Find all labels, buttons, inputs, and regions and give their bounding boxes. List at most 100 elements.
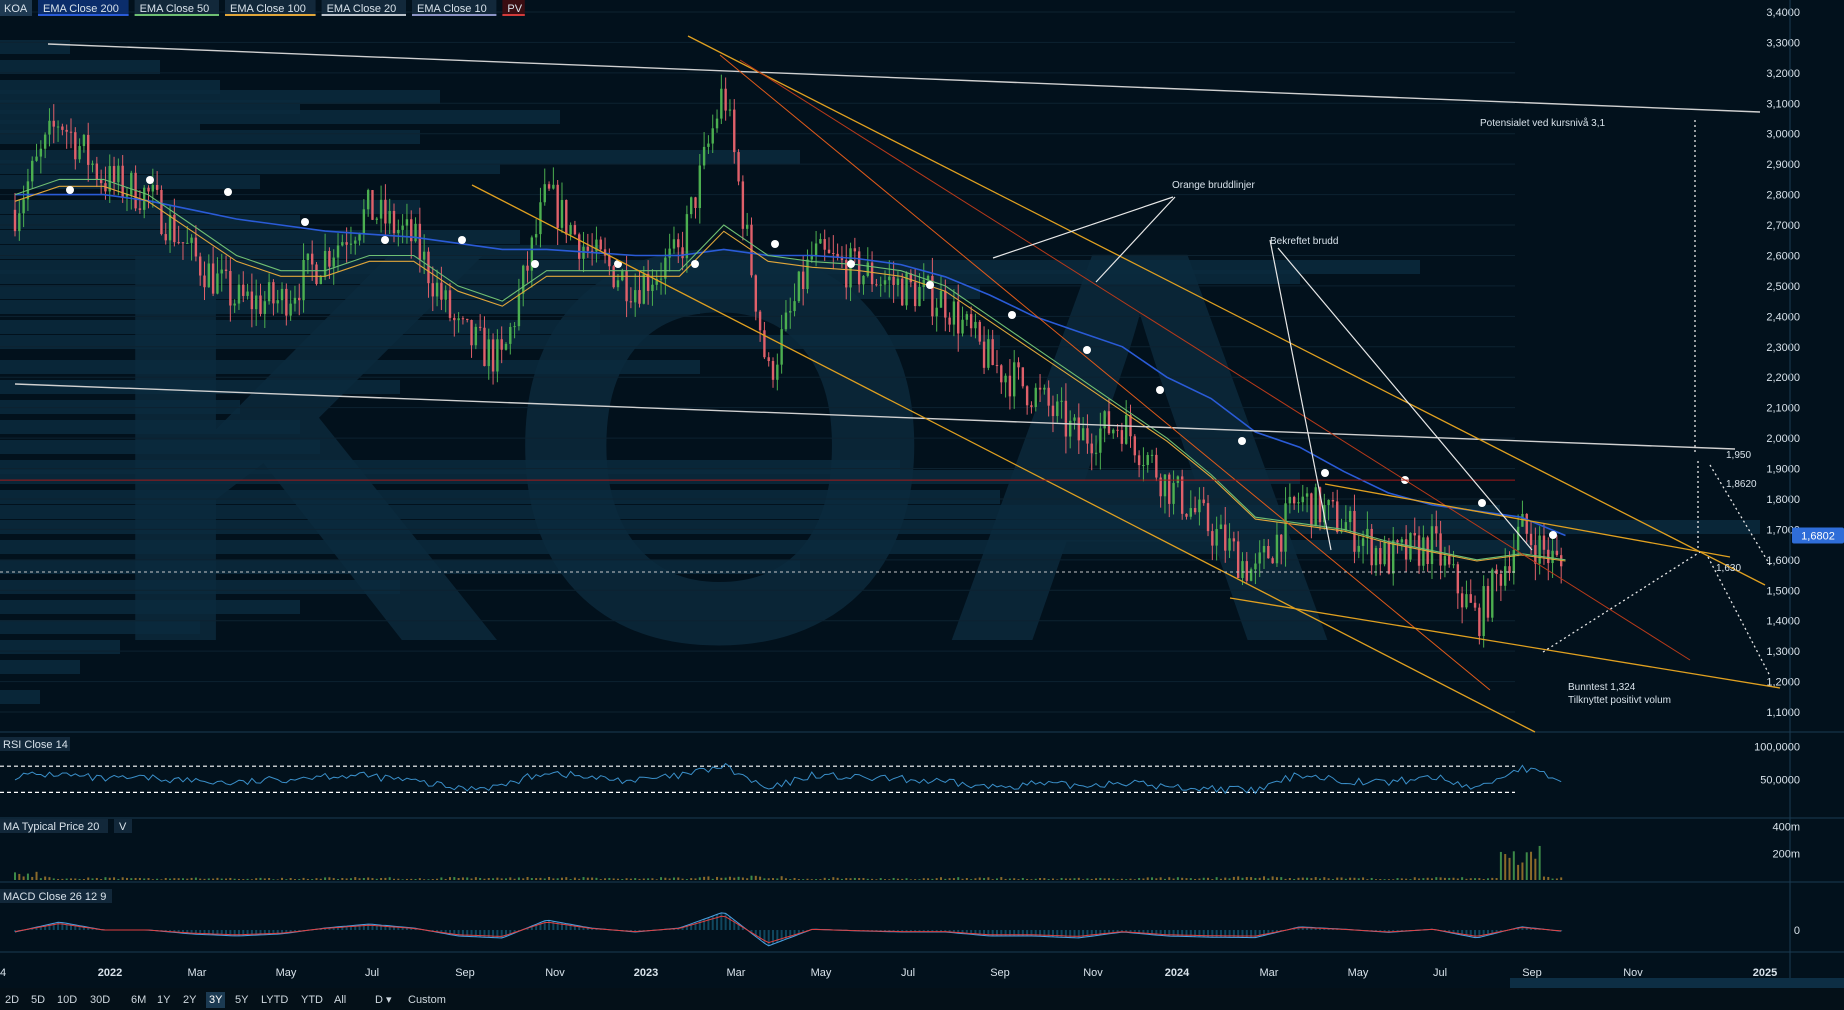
volume-bar bbox=[767, 878, 770, 880]
volume-bar bbox=[1284, 878, 1287, 880]
volume-bar bbox=[504, 878, 507, 880]
candle bbox=[1460, 593, 1464, 608]
volume-bar bbox=[922, 878, 925, 880]
candle bbox=[1473, 602, 1477, 608]
candle bbox=[599, 239, 602, 250]
indicator-label[interactable]: EMA Close 50 bbox=[140, 3, 210, 15]
candle bbox=[659, 278, 663, 280]
volume-bar bbox=[285, 879, 288, 880]
volume-bar bbox=[1530, 851, 1533, 880]
macd-histogram-bar bbox=[716, 914, 719, 930]
volume-extra-label[interactable]: V bbox=[119, 821, 127, 833]
volume-bar bbox=[1456, 878, 1459, 880]
volume-bar bbox=[1327, 878, 1330, 880]
volume-bar bbox=[931, 878, 934, 880]
volume-bar bbox=[35, 871, 38, 880]
timeframe-button-d[interactable]: D ▾ bbox=[372, 992, 395, 1008]
price-axis-label: 2,7000 bbox=[1766, 220, 1800, 232]
volume-bar bbox=[1560, 877, 1563, 880]
indicator-label[interactable]: EMA Close 200 bbox=[43, 3, 119, 15]
candle bbox=[698, 165, 702, 209]
timeframe-button-10d[interactable]: 10D bbox=[54, 992, 80, 1008]
candle bbox=[1404, 539, 1408, 560]
candle bbox=[1021, 367, 1025, 387]
indicator-label[interactable]: EMA Close 100 bbox=[230, 3, 306, 15]
candle bbox=[1142, 464, 1145, 466]
volume-bar bbox=[806, 878, 809, 880]
candle bbox=[1206, 503, 1210, 532]
price-chart[interactable]: KOA 3,4000 3,3000 3,2000 3,1000 3,0000 2,9000 2… bbox=[0, 0, 1844, 1010]
candle bbox=[1547, 549, 1550, 564]
candle bbox=[1224, 524, 1227, 551]
candle bbox=[806, 259, 809, 290]
timeframe-button-30d[interactable]: 30D bbox=[87, 992, 113, 1008]
timeframe-button-2d[interactable]: 2D bbox=[2, 992, 22, 1008]
volume-bar bbox=[1263, 876, 1266, 880]
timeframe-button-6m[interactable]: 6M bbox=[128, 992, 149, 1008]
candle bbox=[638, 290, 641, 304]
volume-bar bbox=[367, 877, 370, 880]
timeframe-button-5d[interactable]: 5D bbox=[28, 992, 48, 1008]
timeframe-button-2y[interactable]: 2Y bbox=[180, 992, 199, 1008]
volume-bar bbox=[1258, 877, 1261, 880]
volume-bar bbox=[1465, 878, 1468, 880]
timeframe-button-custom[interactable]: Custom bbox=[405, 992, 449, 1008]
timeframe-button-3y[interactable]: 3Y bbox=[206, 992, 226, 1008]
timeframe-button-lytd[interactable]: LYTD bbox=[258, 992, 291, 1008]
volume-bar bbox=[1443, 877, 1446, 880]
volume-bar bbox=[22, 876, 25, 880]
candle bbox=[582, 246, 585, 259]
volume-profile-bar bbox=[0, 440, 320, 454]
macd-title[interactable]: MACD Close 26 12 9 bbox=[3, 891, 106, 903]
indicator-label[interactable]: EMA Close 10 bbox=[417, 3, 487, 15]
ema-touch-dot bbox=[926, 281, 934, 289]
candle bbox=[474, 326, 478, 346]
candle bbox=[1400, 539, 1404, 543]
symbol-label[interactable]: KOA bbox=[4, 3, 28, 15]
candle bbox=[560, 199, 564, 228]
candle bbox=[1469, 594, 1472, 603]
chart-scrollbar[interactable] bbox=[1510, 978, 1844, 988]
volume-bar bbox=[543, 878, 546, 880]
candle bbox=[780, 329, 783, 365]
volume-bar bbox=[634, 878, 637, 880]
candle bbox=[1280, 534, 1283, 552]
volume-bar bbox=[1374, 879, 1377, 880]
volume-bar bbox=[1474, 878, 1477, 880]
rsi-title[interactable]: RSI Close 14 bbox=[3, 739, 68, 751]
candle bbox=[1249, 569, 1253, 581]
volume-bar bbox=[410, 878, 413, 880]
volume-bar bbox=[1228, 878, 1231, 880]
volume-title[interactable]: MA Typical Price 20 bbox=[3, 821, 99, 833]
candle bbox=[965, 314, 969, 320]
volume-bar bbox=[763, 878, 766, 880]
timeframe-button-5y[interactable]: 5Y bbox=[232, 992, 251, 1008]
candle bbox=[211, 263, 215, 294]
candle bbox=[1150, 454, 1154, 456]
timeframe-button-1y[interactable]: 1Y bbox=[154, 992, 173, 1008]
time-axis-label: Sep bbox=[990, 967, 1010, 979]
volume-bar bbox=[1008, 878, 1011, 880]
timeframe-button-ytd[interactable]: YTD bbox=[298, 992, 326, 1008]
time-axis-label: 2022 bbox=[98, 967, 122, 979]
indicator-label[interactable]: EMA Close 20 bbox=[327, 3, 397, 15]
candle bbox=[61, 126, 64, 130]
volume-profile-bar bbox=[0, 400, 240, 414]
volume-profile-bar bbox=[0, 540, 1560, 554]
indicator-label[interactable]: PV bbox=[507, 3, 522, 15]
candle bbox=[1120, 430, 1124, 444]
volume-bar bbox=[1306, 877, 1309, 880]
candle bbox=[539, 202, 542, 235]
candle bbox=[379, 199, 383, 219]
volume-bar bbox=[586, 877, 589, 880]
candle bbox=[552, 184, 555, 189]
candle bbox=[793, 301, 796, 312]
volume-bar bbox=[164, 878, 167, 880]
candle bbox=[315, 264, 318, 285]
candle bbox=[892, 276, 895, 285]
volume-bar bbox=[1056, 879, 1059, 880]
candle bbox=[1357, 545, 1360, 552]
volume-bar bbox=[1542, 876, 1545, 880]
candle bbox=[1301, 496, 1304, 503]
timeframe-button-all[interactable]: All bbox=[331, 992, 349, 1008]
